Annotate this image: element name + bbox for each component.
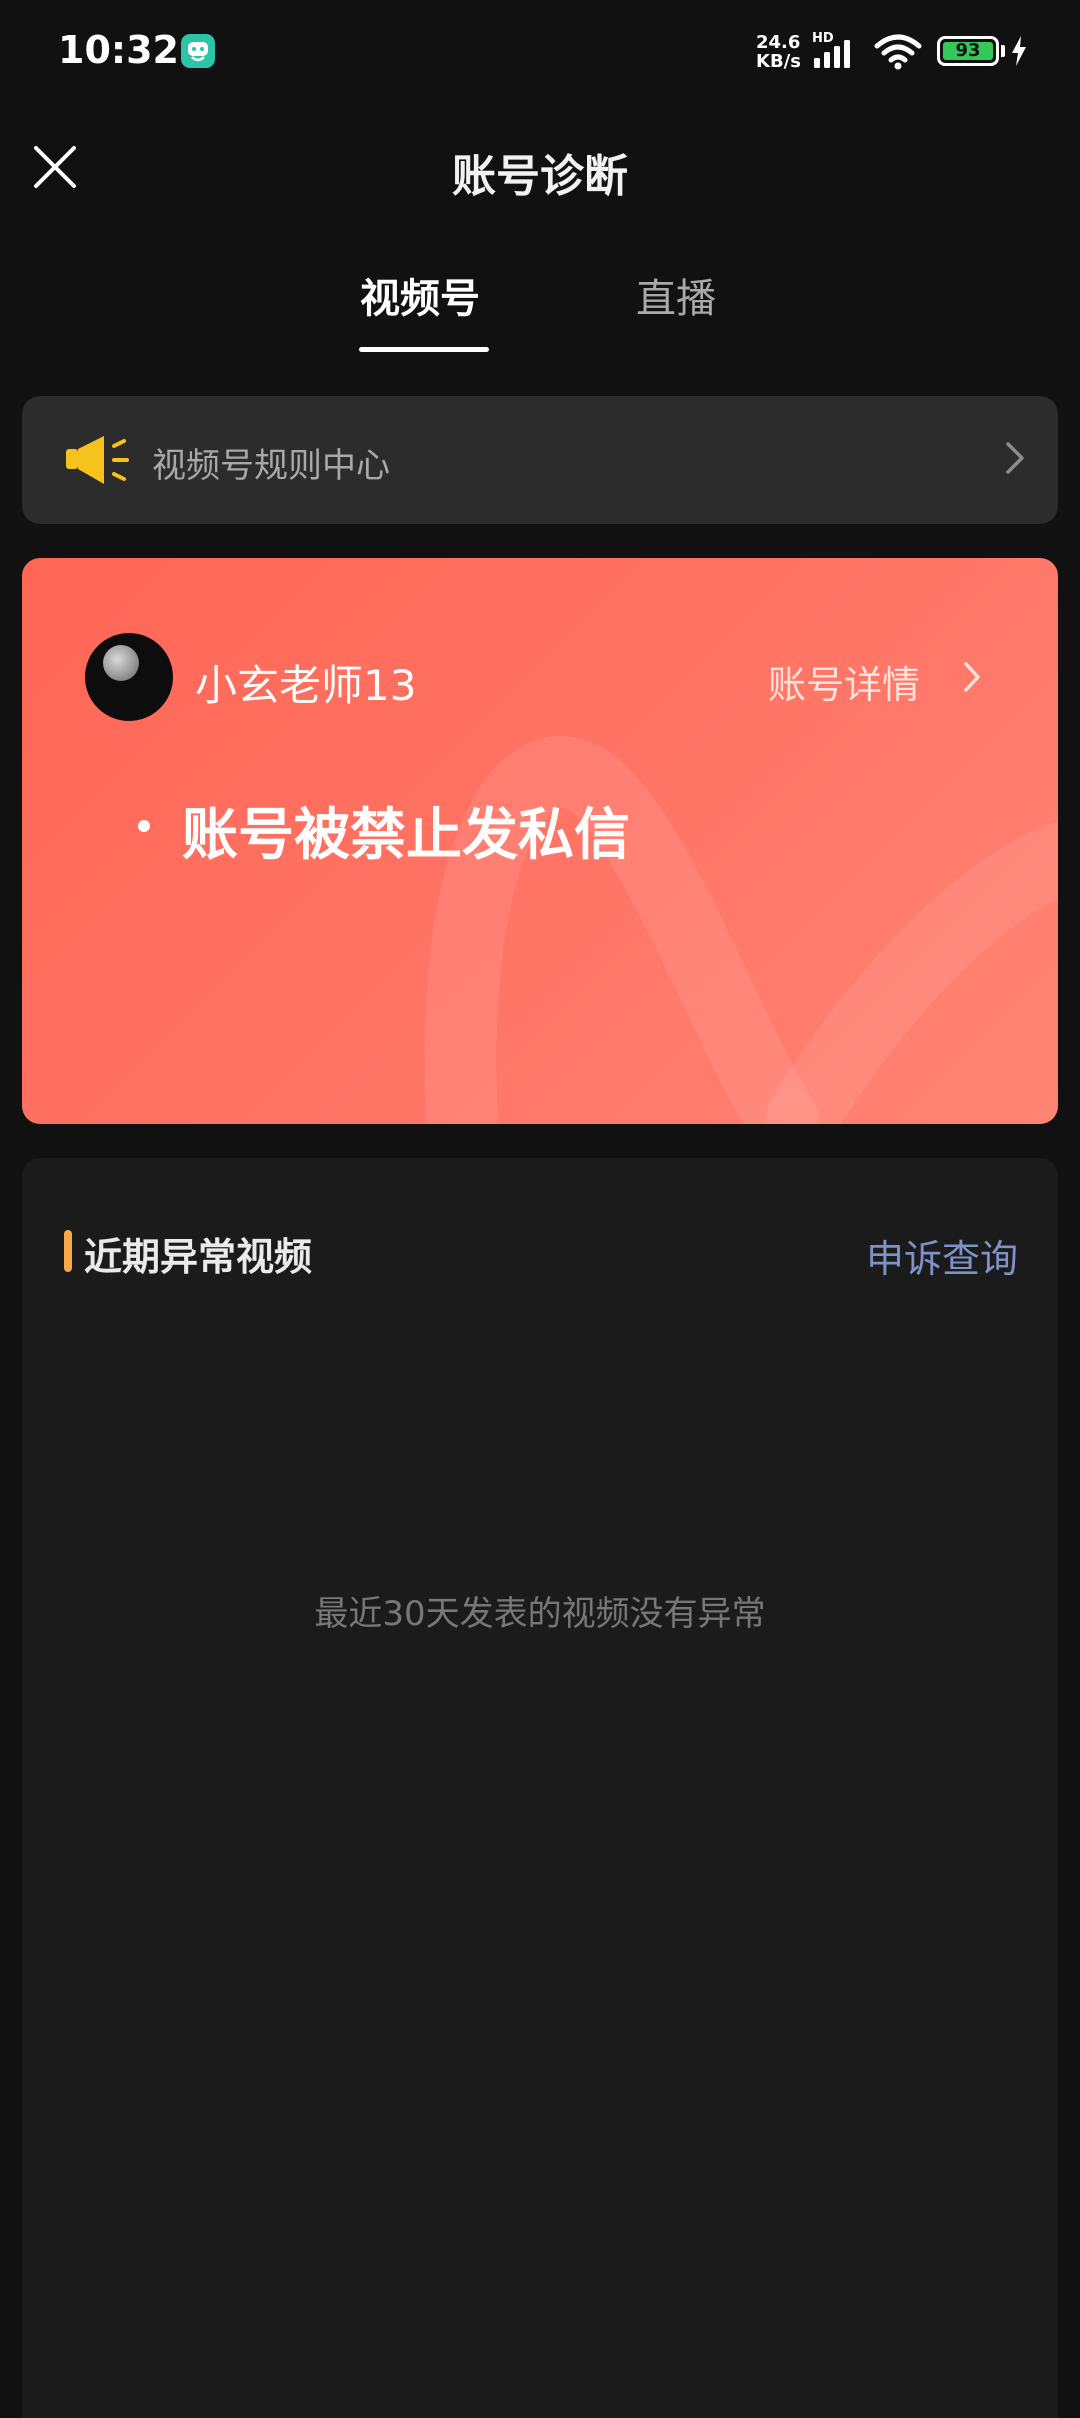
bullet-dot (138, 820, 150, 832)
battery-level: 93 (943, 42, 993, 60)
rule-center-entry[interactable]: 视频号规则中心 (22, 396, 1058, 524)
tab-live[interactable]: 直播 (636, 266, 716, 324)
moon-avatar-image (103, 645, 139, 681)
avatar[interactable] (85, 633, 173, 721)
section-accent-bar (64, 1230, 72, 1272)
username: 小玄老师13 (195, 661, 417, 710)
tab-video-account[interactable]: 视频号 (360, 266, 480, 324)
battery-tip (1001, 45, 1005, 57)
account-status-card: 小玄老师13 账号详情 账号被禁止发私信 (22, 558, 1058, 1124)
section-title: 近期异常视频 (84, 1235, 313, 1279)
network-speed-unit: KB/s (756, 51, 801, 72)
wifi-icon (874, 34, 922, 74)
empty-state-message: 最近30天发表的视频没有异常 (314, 1594, 766, 1634)
charging-icon (1010, 36, 1028, 70)
chevron-right-icon (1004, 440, 1026, 480)
account-detail-link[interactable]: 账号详情 (768, 654, 920, 709)
network-speed-value: 24.6 (756, 32, 801, 53)
page-title: 账号诊断 (452, 151, 628, 202)
abnormal-videos-section: 近期异常视频 申诉查询 最近30天发表的视频没有异常 (22, 1158, 1058, 2418)
tab-active-indicator (359, 347, 489, 352)
account-issue-text: 账号被禁止发私信 (182, 803, 630, 868)
status-time: 10:32 (58, 28, 179, 72)
app-notification-icon (181, 34, 215, 68)
rule-center-label: 视频号规则中心 (152, 446, 390, 486)
battery-icon: 93 (937, 36, 999, 66)
appeal-query-link[interactable]: 申诉查询 (866, 1228, 1018, 1283)
chevron-right-icon[interactable] (962, 660, 982, 698)
network-speed: 24.6 KB/s (756, 33, 801, 71)
speaker-icon (64, 432, 134, 492)
signal-icon (814, 38, 862, 72)
status-bar: 10:32 24.6 KB/s HD 93 (0, 0, 1080, 100)
